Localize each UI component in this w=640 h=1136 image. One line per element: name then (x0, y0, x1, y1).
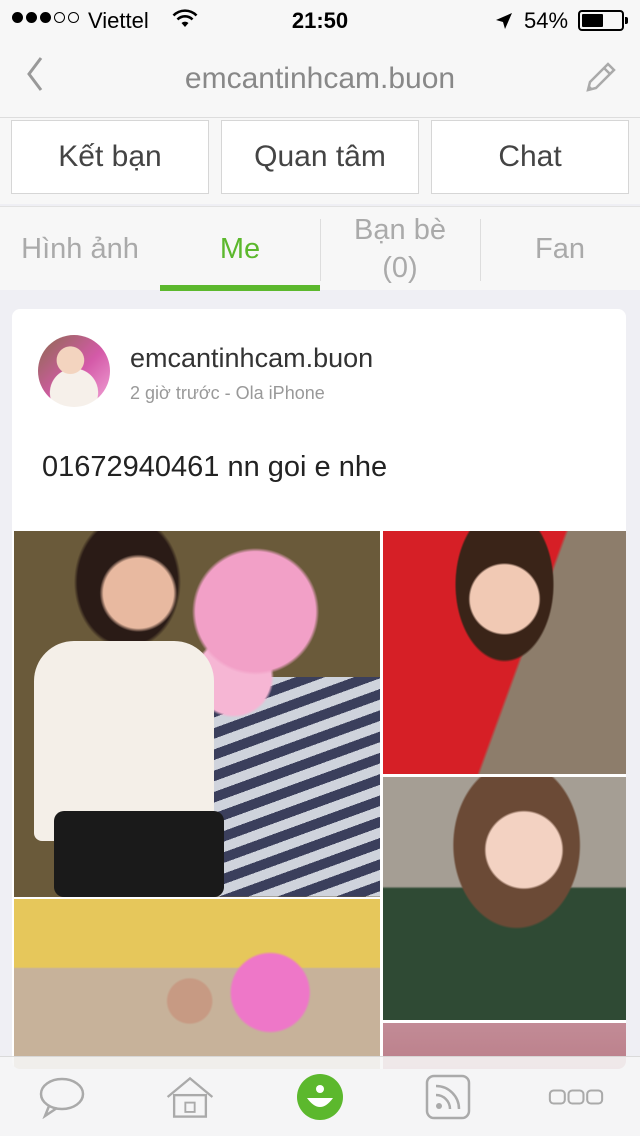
tab-friends-label: Bạn bè (354, 214, 446, 246)
status-bar: Viettel 21:50 54% (0, 0, 640, 40)
post-photo[interactable] (383, 531, 626, 774)
rss-feed-icon[interactable] (420, 1071, 476, 1123)
chat-bubble-icon[interactable] (34, 1071, 90, 1123)
navigation-bar: emcantinhcam.buon (0, 40, 640, 118)
bottom-tab-bar (0, 1056, 640, 1136)
battery-percent: 54% (524, 8, 569, 33)
follow-button[interactable]: Quan tâm (221, 120, 419, 194)
home-icon[interactable] (162, 1071, 218, 1123)
post-text: 01672940461 nn goi e nhe (42, 451, 388, 483)
edit-button[interactable] (582, 58, 620, 101)
location-arrow-icon (494, 11, 514, 37)
chat-button[interactable]: Chat (431, 120, 629, 194)
tab-me[interactable]: Me (160, 207, 320, 291)
pencil-icon (586, 62, 616, 92)
profile-tabs: Hình ảnh Me Bạn bè (0) Fan (0, 206, 640, 291)
page-title: emcantinhcam.buon (184, 62, 456, 95)
post-card: emcantinhcam.buon 2 giờ trước - Ola iPho… (12, 309, 626, 1069)
tab-photos[interactable]: Hình ảnh (0, 207, 160, 291)
post-photo[interactable] (383, 777, 626, 1020)
tab-fan[interactable]: Fan (480, 207, 640, 291)
post-photo[interactable] (14, 899, 380, 1069)
more-icon[interactable] (548, 1071, 604, 1123)
battery-icon (578, 10, 628, 31)
add-friend-button[interactable]: Kết bạn (11, 120, 209, 194)
tab-friends[interactable]: Bạn bè (0) (320, 207, 480, 291)
avatar[interactable] (38, 335, 110, 407)
post-meta: 2 giờ trước - Ola iPhone (130, 383, 325, 403)
profile-actions: Kết bạn Quan tâm Chat (0, 118, 640, 204)
post-username[interactable]: emcantinhcam.buon (130, 343, 373, 374)
post-photo[interactable] (14, 531, 380, 897)
ola-face-icon[interactable] (292, 1071, 348, 1123)
tab-friends-count: (0) (382, 252, 418, 284)
